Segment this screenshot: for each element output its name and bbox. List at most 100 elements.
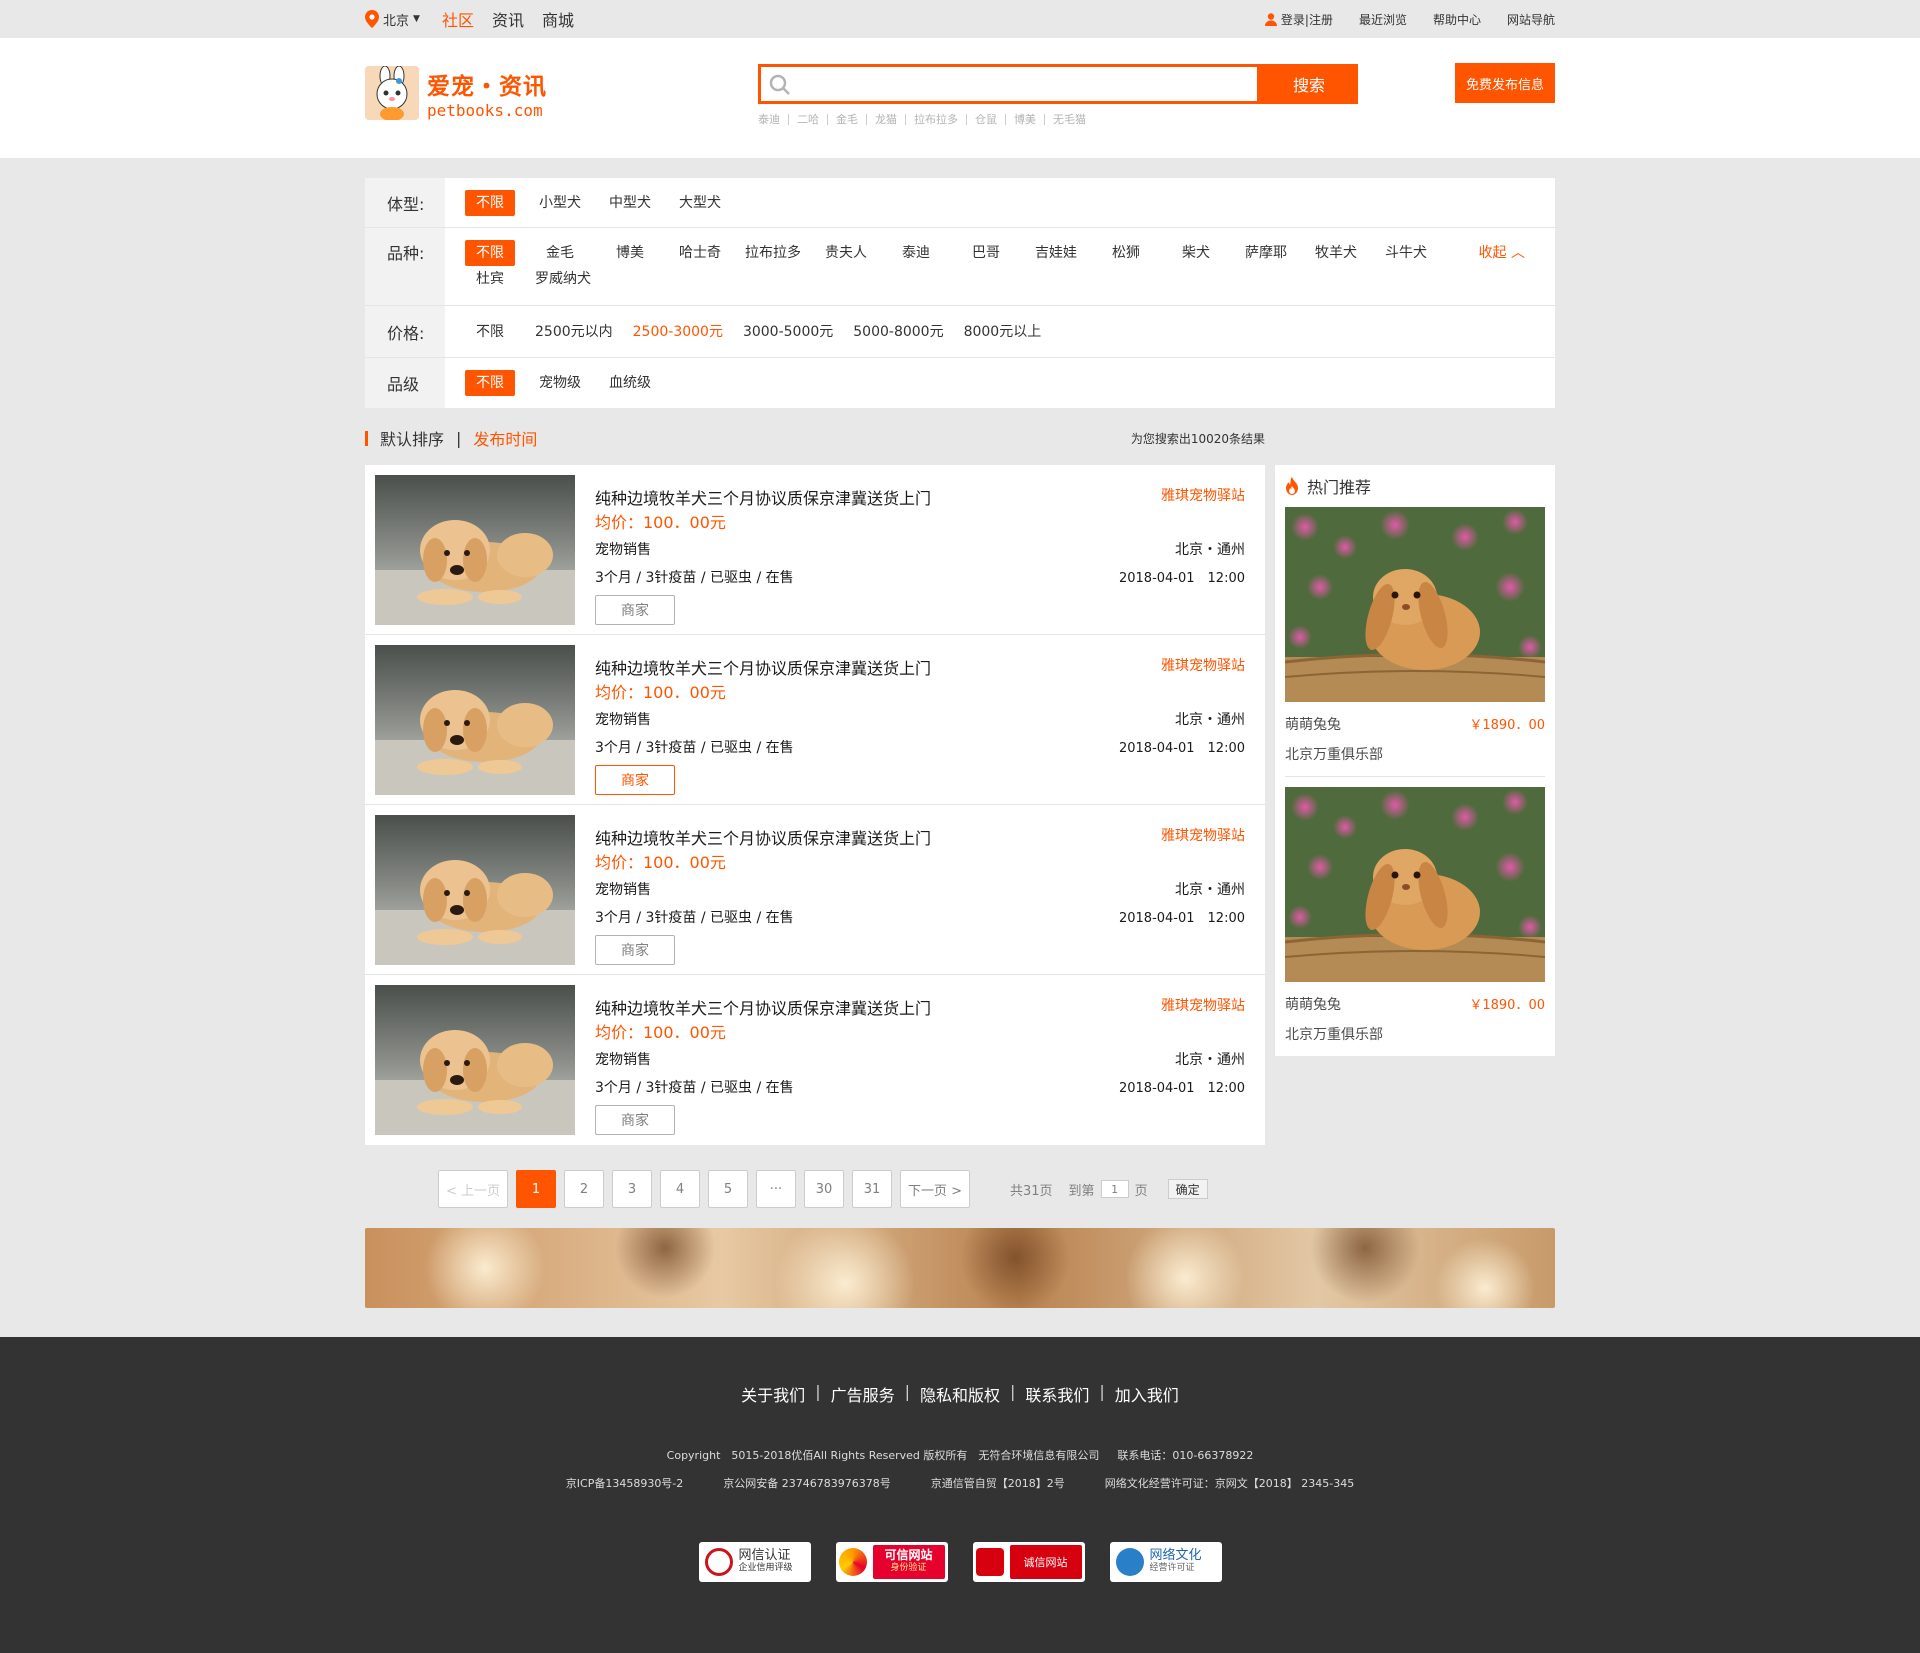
merchant-button[interactable]: 商家 — [595, 935, 675, 965]
page-jump-input[interactable]: 1 — [1100, 1180, 1129, 1198]
filter-option[interactable]: 贵夫人 — [821, 240, 871, 266]
listing-station[interactable]: 雅琪宠物驿站 — [1161, 995, 1245, 1015]
filter-option[interactable]: 宠物级 — [535, 370, 585, 396]
merchant-button[interactable]: 商家 — [595, 1105, 675, 1135]
filter-option[interactable]: 博美 — [605, 240, 655, 266]
filter-option[interactable]: 萨摩耶 — [1241, 240, 1291, 266]
page-jump-confirm-button[interactable]: 确定 — [1167, 1179, 1208, 1199]
hot-item-thumbnail[interactable] — [1284, 787, 1546, 982]
sort-default[interactable]: 默认排序 — [380, 426, 444, 450]
filter-option[interactable]: 哈士奇 — [675, 240, 725, 266]
filter-option[interactable]: 松狮 — [1101, 240, 1151, 266]
filter-option[interactable]: 中型犬 — [605, 190, 655, 216]
page-button[interactable]: 3 — [612, 1170, 652, 1208]
footer-link[interactable]: 隐私和版权 — [910, 1382, 1010, 1406]
filter-option[interactable]: 3000-5000元 — [743, 319, 833, 345]
filter-option[interactable]: 金毛 — [535, 240, 585, 266]
listing-title[interactable]: 纯种边境牧羊犬三个月协议质保京津冀送货上门 — [595, 485, 931, 509]
merchant-button[interactable]: 商家 — [595, 595, 675, 625]
filter-option[interactable]: 不限 — [465, 319, 515, 345]
next-page-button[interactable]: 下一页 > — [900, 1170, 970, 1208]
filter-option[interactable]: 5000-8000元 — [853, 319, 943, 345]
recent-link[interactable]: 最近浏览 — [1359, 11, 1407, 28]
filter-option[interactable]: 罗威纳犬 — [535, 266, 591, 292]
filter-option[interactable]: 2500-3000元 — [633, 319, 723, 345]
hot-item-club: 北京万重俱乐部 — [1285, 747, 1383, 763]
filter-option[interactable]: 泰迪 — [891, 240, 941, 266]
filter-option[interactable]: 拉布拉多 — [745, 240, 801, 266]
footer-link[interactable]: 关于我们 — [731, 1382, 815, 1406]
page-button[interactable]: 2 — [564, 1170, 604, 1208]
listing-station[interactable]: 雅琪宠物驿站 — [1161, 825, 1245, 845]
hot-word[interactable]: 拉布拉多 — [905, 114, 966, 125]
nav-news[interactable]: 资讯 — [492, 7, 524, 31]
hot-item-thumbnail[interactable] — [1284, 507, 1546, 702]
footer-link[interactable]: 联系我们 — [1015, 1382, 1099, 1406]
listing-thumbnail[interactable] — [375, 985, 575, 1135]
publish-button[interactable]: 免费发布信息 — [1455, 63, 1555, 103]
filter-option[interactable]: 不限 — [465, 370, 515, 396]
hot-item-name[interactable]: 萌萌兔兔 — [1285, 994, 1341, 1014]
hot-word[interactable]: 龙猫 — [866, 114, 905, 125]
listing-thumbnail[interactable] — [375, 645, 575, 795]
hot-word[interactable]: 无毛猫 — [1044, 114, 1094, 125]
filter-option[interactable]: 柴犬 — [1171, 240, 1221, 266]
listing-item[interactable]: 纯种边境牧羊犬三个月协议质保京津冀送货上门 均价：100．00元 宠物销售 3个月 /… — [365, 805, 1265, 975]
filter-option[interactable]: 杜宾 — [465, 266, 515, 292]
filter-option[interactable]: 斗牛犬 — [1381, 240, 1431, 266]
listing-title[interactable]: 纯种边境牧羊犬三个月协议质保京津冀送货上门 — [595, 655, 931, 679]
merchant-button[interactable]: 商家 — [595, 765, 675, 795]
badge-integrity-site[interactable]: 诚信网站 — [972, 1542, 1085, 1582]
search-input[interactable] — [758, 64, 1260, 104]
listing-item[interactable]: 纯种边境牧羊犬三个月协议质保京津冀送货上门 均价：100．00元 宠物销售 3个月 /… — [365, 635, 1265, 805]
page-button[interactable]: 31 — [852, 1170, 892, 1208]
filter-option[interactable]: 牧羊犬 — [1311, 240, 1361, 266]
listing-thumbnail[interactable] — [375, 815, 575, 965]
filter-option[interactable]: 小型犬 — [535, 190, 585, 216]
badge-trust-cert[interactable]: 网信认证 企业信用评级 — [698, 1542, 811, 1582]
listing-thumbnail[interactable] — [375, 475, 575, 625]
city-selector[interactable]: 北京 ▼ — [365, 10, 420, 29]
listing-item[interactable]: 纯种边境牧羊犬三个月协议质保京津冀送货上门 均价：100．00元 宠物销售 3个月 /… — [365, 975, 1265, 1145]
badge-credible-site[interactable]: 可信网站 身份验证 — [835, 1542, 948, 1582]
filter-option[interactable]: 巴哥 — [961, 240, 1011, 266]
hot-item-name[interactable]: 萌萌兔兔 — [1285, 714, 1341, 734]
filter-option[interactable]: 血统级 — [605, 370, 655, 396]
hot-word[interactable]: 仓鼠 — [966, 114, 1005, 125]
hot-word[interactable]: 泰迪 — [758, 114, 788, 125]
page-button[interactable]: 1 — [516, 1170, 556, 1208]
sort-time[interactable]: 发布时间 — [473, 426, 537, 450]
logo[interactable]: 爱宠・资讯 petbooks.com — [365, 66, 547, 120]
listing-item[interactable]: 纯种边境牧羊犬三个月协议质保京津冀送货上门 均价：100．00元 宠物销售 3个月 /… — [365, 465, 1265, 635]
filter-option[interactable]: 8000元以上 — [964, 319, 1042, 345]
search-button[interactable]: 搜索 — [1260, 64, 1358, 104]
prev-page-button[interactable]: < 上一页 — [438, 1170, 508, 1208]
fold-toggle[interactable]: 收起 ︿ — [1479, 242, 1525, 262]
ad-banner[interactable] — [365, 1228, 1555, 1308]
filter-option[interactable]: 吉娃娃 — [1031, 240, 1081, 266]
nav-mall[interactable]: 商城 — [542, 7, 574, 31]
login-link[interactable]: 登录|注册 — [1264, 11, 1333, 28]
listing-title[interactable]: 纯种边境牧羊犬三个月协议质保京津冀送货上门 — [595, 995, 931, 1019]
listing-title[interactable]: 纯种边境牧羊犬三个月协议质保京津冀送货上门 — [595, 825, 931, 849]
badge-culture-license[interactable]: 网络文化 经营许可证 — [1109, 1542, 1222, 1582]
page-button[interactable]: 5 — [708, 1170, 748, 1208]
filter-option[interactable]: 不限 — [465, 189, 515, 216]
filter-option[interactable]: 2500元以内 — [535, 319, 613, 345]
filter-option[interactable]: 不限 — [465, 240, 515, 266]
listing-station[interactable]: 雅琪宠物驿站 — [1161, 655, 1245, 675]
hot-item[interactable]: 萌萌兔兔 ￥1890．00 北京万重俱乐部 — [1284, 777, 1546, 1056]
nav-community[interactable]: 社区 — [442, 7, 474, 31]
hot-word[interactable]: 金毛 — [827, 114, 866, 125]
page-button[interactable]: 4 — [660, 1170, 700, 1208]
hot-item[interactable]: 萌萌兔兔 ￥1890．00 北京万重俱乐部 — [1284, 507, 1546, 777]
hot-word[interactable]: 二哈 — [788, 114, 827, 125]
help-link[interactable]: 帮助中心 — [1433, 11, 1481, 28]
sitenav-link[interactable]: 网站导航 — [1507, 11, 1555, 28]
filter-option[interactable]: 大型犬 — [675, 190, 725, 216]
listing-station[interactable]: 雅琪宠物驿站 — [1161, 485, 1245, 505]
hot-word[interactable]: 博美 — [1005, 114, 1044, 125]
page-button[interactable]: 30 — [804, 1170, 844, 1208]
footer-link[interactable]: 加入我们 — [1105, 1382, 1189, 1406]
footer-link[interactable]: 广告服务 — [821, 1382, 905, 1406]
